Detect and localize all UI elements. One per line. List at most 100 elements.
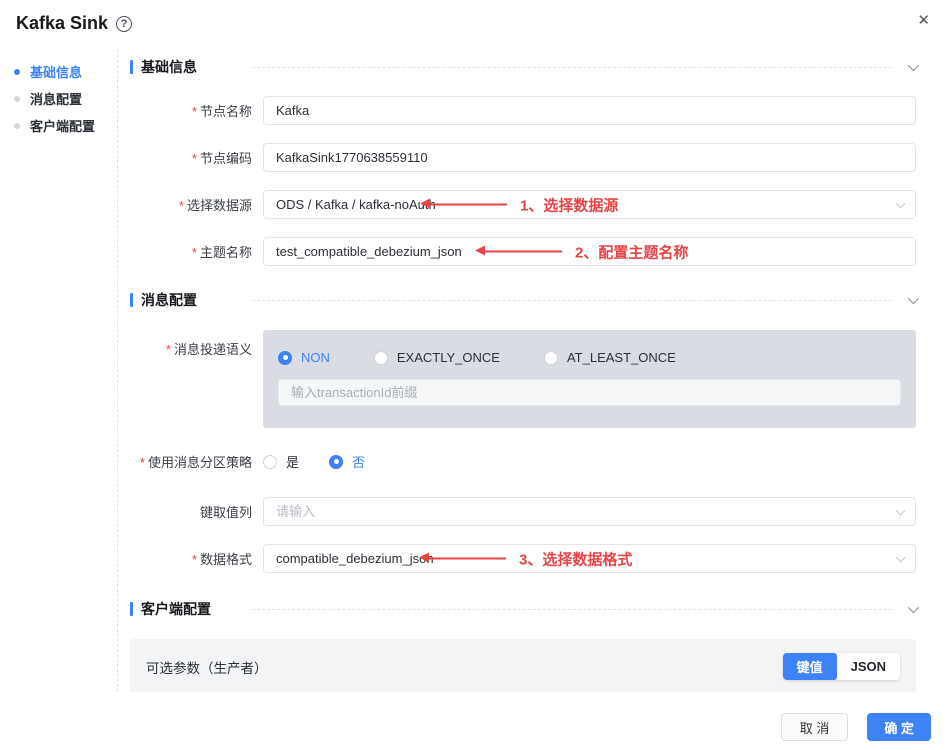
field-label: *使用消息分区策略 <box>130 452 252 471</box>
radio-unselected-icon <box>544 351 558 365</box>
sidebar-item-basic-info[interactable]: 基础信息 <box>14 58 117 85</box>
close-icon[interactable]: ✕ <box>917 13 930 28</box>
radio-selected-icon <box>278 351 292 365</box>
section-header-client: 客户端配置 <box>130 599 916 619</box>
radio-option-no[interactable]: 否 <box>329 452 365 471</box>
page-title-text: Kafka Sink <box>16 13 108 34</box>
kafka-sink-dialog: Kafka Sink ? ✕ 基础信息 消息配置 客户端配置 <box>0 0 948 750</box>
view-mode-toggle: 键值 JSON <box>783 653 900 680</box>
field-control <box>263 497 916 526</box>
section-accent-bar <box>130 293 133 307</box>
field-control <box>263 190 916 219</box>
toggle-json[interactable]: JSON <box>837 653 900 680</box>
field-label: *数据格式 <box>130 549 252 568</box>
radio-label: EXACTLY_ONCE <box>397 350 500 365</box>
required-mark: * <box>192 245 197 260</box>
collapse-chevron-down-icon[interactable] <box>908 602 919 613</box>
node-name-input[interactable] <box>263 96 916 125</box>
section-title-text: 客户端配置 <box>141 599 211 619</box>
section-dashed-divider <box>252 300 892 301</box>
required-mark: * <box>166 342 171 357</box>
sidebar-item-label: 消息配置 <box>30 89 82 108</box>
radio-unselected-icon <box>263 455 277 469</box>
collapse-chevron-down-icon[interactable] <box>908 60 919 71</box>
radio-option-exactly-once[interactable]: EXACTLY_ONCE <box>374 350 500 365</box>
required-mark: * <box>192 151 197 166</box>
section-title: 消息配置 <box>130 290 252 310</box>
radio-label: AT_LEAST_ONCE <box>567 350 676 365</box>
sidebar-dot-icon <box>14 69 20 75</box>
cancel-button[interactable]: 取 消 <box>781 713 849 741</box>
field-control: NON EXACTLY_ONCE AT_LEAST_ONCE <box>263 330 916 428</box>
field-label: *消息投递语义 <box>130 330 252 358</box>
page-title: Kafka Sink ? <box>16 13 132 34</box>
sidebar-dot-icon <box>14 96 20 102</box>
dialog-header: Kafka Sink ? ✕ <box>0 0 948 50</box>
form-row-delivery-semantics: *消息投递语义 NON EXACTLY_ONCE <box>130 330 916 428</box>
radio-option-non[interactable]: NON <box>278 350 330 365</box>
form-area: 基础信息 *节点名称 *节点编码 *选择数据源 <box>117 50 948 692</box>
anchor-sidebar: 基础信息 消息配置 客户端配置 <box>0 50 117 692</box>
section-header-message: 消息配置 <box>130 290 916 310</box>
radio-unselected-icon <box>374 351 388 365</box>
topic-name-input[interactable] <box>263 237 916 266</box>
sidebar-dot-icon <box>14 123 20 129</box>
form-row-node-code: *节点编码 <box>130 143 916 172</box>
radio-label: NON <box>301 350 330 365</box>
collapse-chevron-down-icon[interactable] <box>908 293 919 304</box>
required-mark: * <box>192 104 197 119</box>
transaction-id-prefix-input[interactable] <box>278 379 901 406</box>
radio-label: 否 <box>352 452 365 471</box>
field-control <box>263 96 916 125</box>
dialog-footer: 取 消 确 定 <box>0 692 948 750</box>
radio-option-at-least-once[interactable]: AT_LEAST_ONCE <box>544 350 676 365</box>
required-mark: * <box>140 455 145 470</box>
form-row-datasource: *选择数据源 1、选择数据源 <box>130 190 916 219</box>
node-code-input[interactable] <box>263 143 916 172</box>
field-label: *节点名称 <box>130 101 252 120</box>
radio-label: 是 <box>286 452 299 471</box>
partition-radio-group: 是 否 <box>263 452 365 471</box>
delivery-semantics-panel: NON EXACTLY_ONCE AT_LEAST_ONCE <box>263 330 916 428</box>
producer-params-header: 可选参数（生产者） 键值 JSON <box>146 653 900 680</box>
radio-option-yes[interactable]: 是 <box>263 452 299 471</box>
sidebar-item-client-config[interactable]: 客户端配置 <box>14 112 117 139</box>
section-header-basic: 基础信息 <box>130 57 916 77</box>
required-mark: * <box>179 198 184 213</box>
toggle-keyvalue[interactable]: 键值 <box>783 653 837 680</box>
radio-selected-icon <box>329 455 343 469</box>
form-row-data-format: *数据格式 3、选择数据格式 <box>130 544 916 573</box>
key-column-select[interactable] <box>263 497 916 526</box>
section-dashed-divider <box>252 609 892 610</box>
field-control <box>263 143 916 172</box>
producer-params-panel: 可选参数（生产者） 键值 JSON 添加参数 批量删除 <box>130 639 916 692</box>
data-format-select[interactable] <box>263 544 916 573</box>
field-label: *节点编码 <box>130 148 252 167</box>
sidebar-item-label: 客户端配置 <box>30 116 95 135</box>
field-control <box>263 544 916 573</box>
section-title-text: 基础信息 <box>141 57 197 77</box>
confirm-button[interactable]: 确 定 <box>867 713 931 741</box>
form-row-topic: *主题名称 2、配置主题名称 <box>130 237 916 266</box>
sidebar-item-label: 基础信息 <box>30 62 82 81</box>
field-label: *主题名称 <box>130 242 252 261</box>
form-row-partition-strategy: *使用消息分区策略 是 否 <box>130 452 916 471</box>
datasource-select[interactable] <box>263 190 916 219</box>
section-dashed-divider <box>252 67 892 68</box>
section-title: 基础信息 <box>130 57 252 77</box>
section-accent-bar <box>130 60 133 74</box>
required-mark: * <box>192 552 197 567</box>
dialog-body: 基础信息 消息配置 客户端配置 基础信息 <box>0 50 948 692</box>
field-label: 键取值列 <box>130 502 252 521</box>
producer-params-title: 可选参数（生产者） <box>146 657 268 677</box>
help-icon[interactable]: ? <box>116 16 132 32</box>
field-control <box>263 237 916 266</box>
section-title-text: 消息配置 <box>141 290 197 310</box>
form-row-node-name: *节点名称 <box>130 96 916 125</box>
section-title: 客户端配置 <box>130 599 252 619</box>
section-accent-bar <box>130 602 133 616</box>
delivery-radio-group: NON EXACTLY_ONCE AT_LEAST_ONCE <box>278 350 901 365</box>
field-label: *选择数据源 <box>130 195 252 214</box>
sidebar-item-message-config[interactable]: 消息配置 <box>14 85 117 112</box>
form-row-key-column: 键取值列 <box>130 497 916 526</box>
